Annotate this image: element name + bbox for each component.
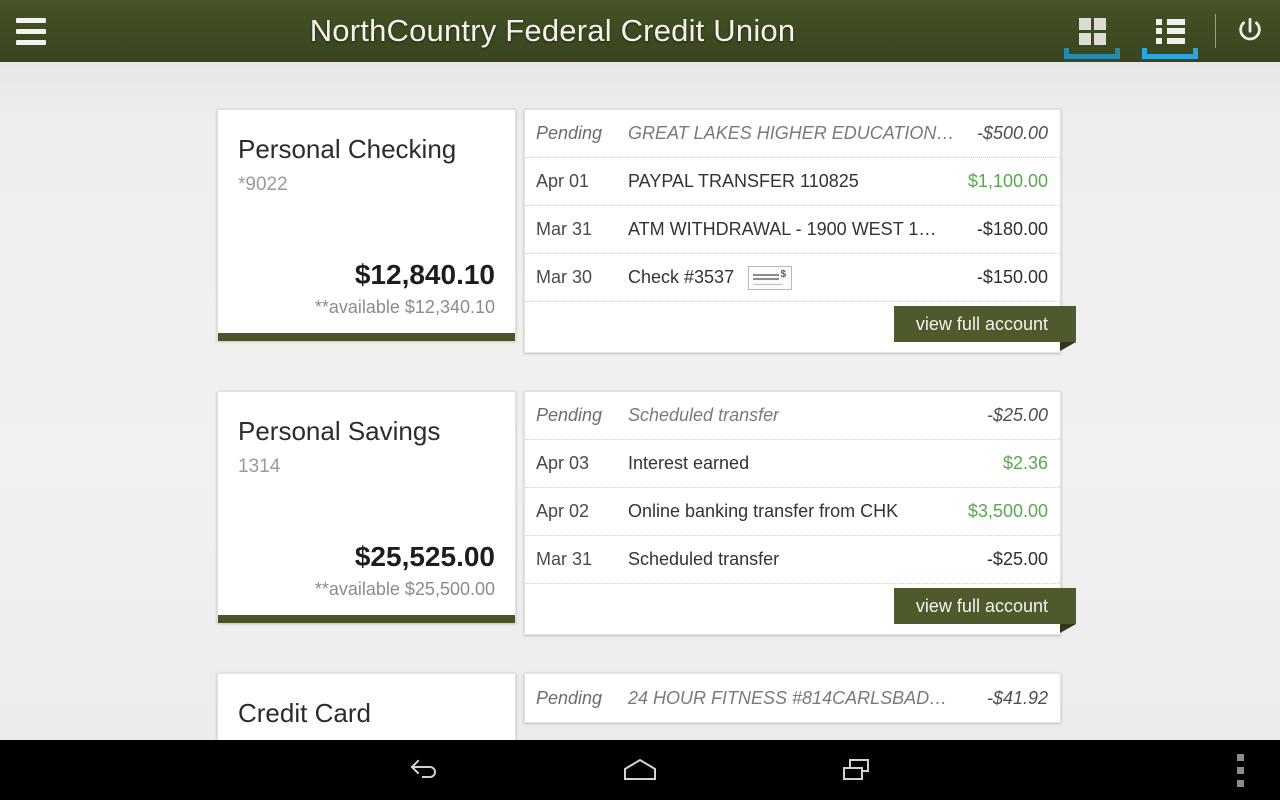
transaction-row[interactable]: Mar 30 Check #3537 $ -$150.00 [525,254,1060,302]
account-name: Credit Card [238,698,371,728]
account-balance: $25,525.00 [354,541,495,572]
transaction-date: Pending [536,405,603,425]
transaction-amount: -$41.92 [986,687,1048,708]
view-full-account-button[interactable]: view full account [893,306,1077,351]
transaction-card: Pending Scheduled transfer -$25.00 Apr 03 In… [524,391,1077,635]
account-list-scroll[interactable]: Personal Checking *9022 $12,840.10 **availa… [0,62,1280,740]
transaction-row[interactable]: Mar 31 Scheduled transfer -$25.00 [525,536,1060,584]
overflow-dots [1236,751,1244,790]
account-number: *9022 [238,174,288,195]
hamburger-bar [16,17,46,23]
transaction-row[interactable]: Pending Scheduled transfer -$25.00 [525,392,1060,440]
transaction-description-cell: GREAT LAKES HIGHER EDUCATION… [628,123,977,144]
available-balance: **available $25,500.00 [314,579,495,599]
list-view-icon [1155,18,1185,44]
grid-view-icon [1078,17,1106,45]
transaction-row[interactable]: Apr 03 Interest earned $2.36 [525,440,1060,488]
list-view-indicator [1142,48,1198,59]
app-bar: NorthCountry Federal Credit Union [0,0,1280,62]
account-name: Personal Savings [238,416,441,446]
transaction-date: Apr 02 [536,501,590,521]
appbar-divider [1215,14,1216,48]
transaction-date: Apr 01 [536,171,590,191]
transaction-description-cell: Scheduled transfer [628,405,987,426]
tab-grid-view[interactable] [1053,0,1131,62]
back-arrow-icon[interactable] [364,740,484,800]
summary-spacer [238,730,495,740]
transaction-date: Mar 31 [536,549,593,569]
account-summary-card[interactable]: Personal Savings 1314 $25,525.00 **availabl… [217,391,516,623]
summary-spacer [238,197,495,258]
view-full-account-button[interactable]: view full account [893,588,1077,633]
transaction-amount: -$150.00 [976,267,1048,287]
hamburger-bar [16,39,46,45]
android-navigation-bar [0,740,1280,800]
balance-block: $25,525.00 **available $25,500.00 [238,540,495,601]
power-icon[interactable] [1228,0,1272,62]
tab-list-view[interactable] [1131,0,1209,62]
transaction-row[interactable]: Apr 02 Online banking transfer from CHK $3… [525,488,1060,536]
transaction-row[interactable]: Pending 24 HOUR FITNESS #814CARLSBAD… -$41… [525,674,1060,722]
transaction-description: Scheduled transfer [628,405,780,425]
transaction-description: Online banking transfer from CHK [628,501,899,521]
transaction-date: Mar 30 [536,267,593,287]
transaction-description-cell: Scheduled transfer [628,549,987,570]
transaction-date: Apr 03 [536,453,590,473]
hamburger-menu-icon[interactable] [0,0,62,62]
account-summary-card[interactable]: Personal Checking *9022 $12,840.10 **availa… [217,109,516,341]
transaction-description-cell: 24 HOUR FITNESS #814CARLSBAD… [628,688,987,709]
transaction-row[interactable]: Mar 31 ATM WITHDRAWAL - 1900 WEST 1… -$180… [525,206,1060,254]
transaction-description: ATM WITHDRAWAL - 1900 WEST 1… [628,219,937,239]
hamburger-bar [16,28,46,34]
transaction-amount: -$180.00 [976,219,1048,239]
transaction-description-cell: PAYPAL TRANSFER 110825 [628,171,968,192]
transaction-description: 24 HOUR FITNESS #814CARLSBAD… [628,687,948,708]
home-icon[interactable] [580,740,700,800]
transaction-description: Interest earned [628,453,750,473]
summary-spacer [238,479,495,540]
page-title: NorthCountry Federal Credit Union [309,13,796,48]
recent-apps-icon[interactable] [797,740,917,800]
transaction-row[interactable]: Pending GREAT LAKES HIGHER EDUCATION… -$50… [525,110,1060,158]
view-full-account-zone: view full account [525,302,1077,352]
transaction-date: Pending [536,687,603,708]
view-full-account-zone: view full account [525,584,1077,634]
available-balance: **available $12,340.10 [314,297,495,317]
app-bar-actions [1053,0,1280,62]
transaction-amount: $3,500.00 [967,501,1048,521]
account-balance: $12,840.10 [354,259,495,290]
overflow-menu-icon[interactable] [1210,740,1270,800]
check-image-icon[interactable]: $ [748,265,793,290]
transaction-description-cell: Check #3537 $ [628,265,977,290]
account-accent-bar [218,615,515,623]
transaction-amount: -$25.00 [986,549,1048,569]
account-number: 1314 [238,456,281,477]
transaction-description: Check #3537 [628,267,735,287]
transaction-card: Pending 24 HOUR FITNESS #814CARLSBAD… -$41… [524,673,1061,723]
transaction-description: GREAT LAKES HIGHER EDUCATION… [628,123,955,143]
transaction-description: Scheduled transfer [628,549,780,569]
grid-view-indicator [1064,48,1120,59]
transaction-description-cell: Online banking transfer from CHK [628,501,968,522]
app-root: NorthCountry Federal Credit Union Person… [0,0,1280,800]
transaction-amount: $1,100.00 [967,171,1048,191]
transaction-date: Mar 31 [536,219,593,239]
balance-block: $12,840.10 **available $12,340.10 [238,258,495,319]
transaction-card: Pending GREAT LAKES HIGHER EDUCATION… -$50… [524,109,1077,353]
transaction-amount: -$25.00 [986,405,1048,425]
transaction-amount: -$500.00 [976,123,1048,143]
transaction-date: Pending [536,123,603,143]
account-name: Personal Checking [238,134,457,164]
transaction-description: PAYPAL TRANSFER 110825 [628,171,859,191]
account-accent-bar [218,333,515,341]
transaction-description-cell: ATM WITHDRAWAL - 1900 WEST 1… [628,219,977,240]
transaction-description-cell: Interest earned [628,453,1003,474]
transaction-row[interactable]: Apr 01 PAYPAL TRANSFER 110825 $1,100.00 [525,158,1060,206]
transaction-amount: $2.36 [1002,453,1048,473]
account-summary-card[interactable]: Credit Card [217,673,516,740]
